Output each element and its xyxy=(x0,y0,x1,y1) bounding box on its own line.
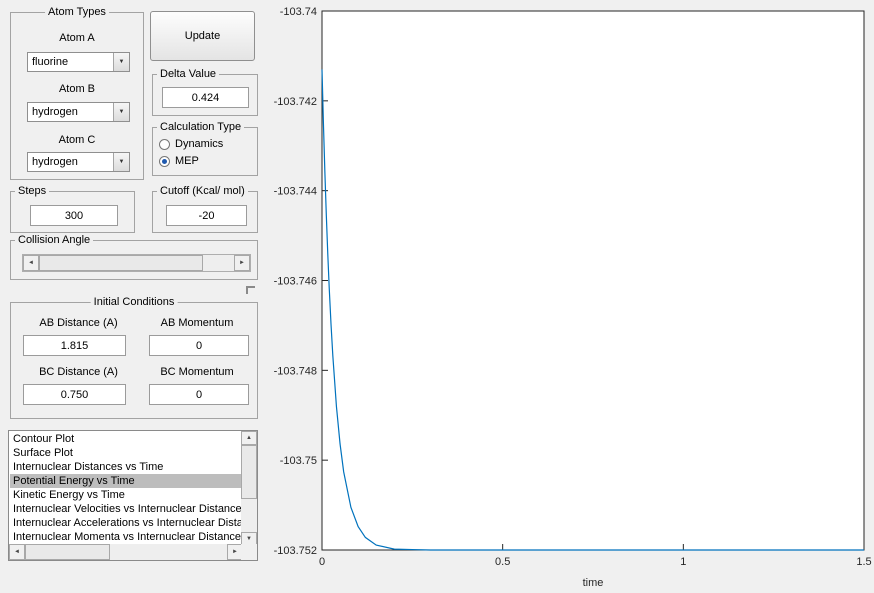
list-item[interactable]: Internuclear Distances vs Time xyxy=(10,460,241,474)
scroll-left-icon[interactable]: ◄ xyxy=(9,544,25,560)
plot-type-listbox[interactable]: Contour Plot Surface Plot Internuclear Dis… xyxy=(8,430,258,561)
steps-panel-title: Steps xyxy=(15,184,50,198)
y-tick-label: -103.752 xyxy=(274,545,317,557)
radio-dynamics-label: Dynamics xyxy=(175,138,224,150)
x-tick-label: 0 xyxy=(319,556,325,568)
atom-c-value: hydrogen xyxy=(32,156,78,168)
radio-button-icon[interactable] xyxy=(159,138,170,150)
steps-input[interactable] xyxy=(30,205,118,226)
collision-angle-slider[interactable]: ◄ ► xyxy=(22,254,251,272)
listbox-horizontal-scrollbar[interactable]: ◄ ► xyxy=(9,544,243,560)
steps-panel: Steps xyxy=(10,184,135,233)
calculation-type-panel: Calculation Type Dynamics MEP xyxy=(152,120,258,176)
slider-thumb[interactable] xyxy=(39,255,203,271)
bc-distance-input[interactable] xyxy=(23,384,126,405)
list-item[interactable]: Potential Energy vs Time xyxy=(10,474,241,488)
chevron-down-icon: ▼ xyxy=(113,153,129,171)
ab-distance-label: AB Distance (A) xyxy=(39,317,118,329)
list-item[interactable]: Contour Plot xyxy=(10,432,241,446)
chevron-down-icon: ▼ xyxy=(113,103,129,121)
bc-momentum-label: BC Momentum xyxy=(160,366,234,378)
atom-b-select[interactable]: hydrogen ▼ xyxy=(27,102,130,122)
collision-angle-panel: Collision Angle ◄ ► xyxy=(10,233,258,280)
scrollbar-corner xyxy=(241,544,257,560)
panel-grip-icon xyxy=(246,286,255,294)
y-tick-label: -103.75 xyxy=(280,455,317,467)
y-tick-label: -103.746 xyxy=(274,276,317,288)
atom-types-panel-title: Atom Types xyxy=(45,5,109,19)
update-button[interactable]: Update xyxy=(150,11,255,61)
listbox-vertical-scrollbar[interactable]: ▲ ▼ xyxy=(241,431,257,546)
cutoff-panel-title: Cutoff (Kcal/ mol) xyxy=(157,184,248,198)
chevron-down-icon: ▼ xyxy=(113,53,129,71)
initial-conditions-panel: Initial Conditions AB Distance (A) AB Mo… xyxy=(10,295,258,419)
scroll-right-icon[interactable]: ► xyxy=(234,255,250,271)
list-item[interactable]: Internuclear Velocities vs Internuclear … xyxy=(10,502,241,516)
bc-momentum-input[interactable] xyxy=(149,384,249,405)
scroll-up-icon[interactable]: ▲ xyxy=(241,431,257,445)
x-tick-label: 1 xyxy=(680,556,686,568)
bc-distance-label: BC Distance (A) xyxy=(39,366,118,378)
horizontal-scrollbar-thumb[interactable] xyxy=(25,544,110,560)
atom-b-label: Atom B xyxy=(58,83,96,95)
calculation-type-panel-title: Calculation Type xyxy=(157,120,245,134)
axes-box xyxy=(321,10,865,551)
cutoff-panel: Cutoff (Kcal/ mol) xyxy=(152,184,258,233)
plot-type-list: Contour Plot Surface Plot Internuclear Dis… xyxy=(10,432,241,544)
vertical-scrollbar-thumb[interactable] xyxy=(241,445,257,499)
list-item[interactable]: Surface Plot xyxy=(10,446,241,460)
list-item[interactable]: Kinetic Energy vs Time xyxy=(10,488,241,502)
collision-angle-panel-title: Collision Angle xyxy=(15,233,94,247)
delta-value-panel: Delta Value xyxy=(152,67,258,116)
atom-b-value: hydrogen xyxy=(32,106,78,118)
y-tick-label: -103.742 xyxy=(274,96,317,108)
horizontal-scrollbar-track[interactable] xyxy=(25,544,227,560)
vertical-scrollbar-track[interactable] xyxy=(241,445,257,532)
atom-a-select[interactable]: fluorine ▼ xyxy=(27,52,130,72)
atom-a-label: Atom A xyxy=(59,32,95,44)
radio-dynamics[interactable]: Dynamics xyxy=(159,138,223,150)
atom-a-value: fluorine xyxy=(32,56,69,68)
initial-conditions-panel-title: Initial Conditions xyxy=(90,295,178,309)
x-tick-label: 1.5 xyxy=(856,556,871,568)
y-tick-label: -103.748 xyxy=(274,365,317,377)
delta-value-panel-title: Delta Value xyxy=(157,67,220,81)
x-tick-label: 0.5 xyxy=(495,556,510,568)
cutoff-input[interactable] xyxy=(166,205,247,226)
potential-energy-plot: 0 0.5 1 1.5 -103.74 -103.742 -103.744 -103.746 -… xyxy=(274,6,872,589)
radio-mep-label: MEP xyxy=(175,155,199,167)
atom-c-select[interactable]: hydrogen ▼ xyxy=(27,152,130,172)
delta-value-input[interactable] xyxy=(162,87,249,108)
list-item[interactable]: Internuclear Momenta vs Internuclear Dis… xyxy=(10,530,241,544)
ab-distance-input[interactable] xyxy=(23,335,126,356)
y-tick-label: -103.744 xyxy=(274,186,317,198)
ab-momentum-input[interactable] xyxy=(149,335,249,356)
y-tick-label: -103.74 xyxy=(280,6,317,18)
ab-momentum-label: AB Momentum xyxy=(160,317,234,329)
scroll-left-icon[interactable]: ◄ xyxy=(23,255,39,271)
radio-button-icon[interactable] xyxy=(159,155,170,167)
radio-mep[interactable]: MEP xyxy=(159,155,199,167)
atom-c-label: Atom C xyxy=(58,134,96,146)
simulation-app-window: Atom Types Atom A fluorine ▼ Atom B hydr… xyxy=(0,0,874,593)
slider-track[interactable] xyxy=(39,255,234,271)
x-axis-label: time xyxy=(583,577,604,589)
list-item[interactable]: Internuclear Accelerations vs Internucle… xyxy=(10,516,241,530)
atom-types-panel: Atom Types Atom A fluorine ▼ Atom B hydr… xyxy=(10,5,144,180)
